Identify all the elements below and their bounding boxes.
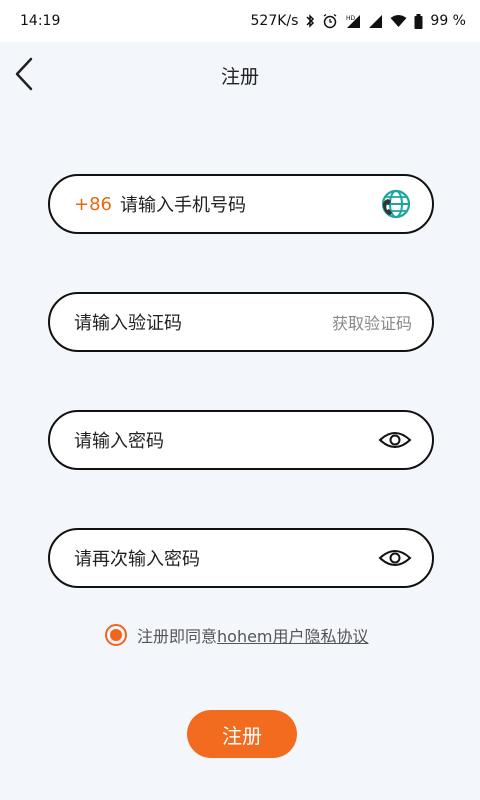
code-placeholder: 请输入验证码 [74,313,182,334]
svg-text:HD: HD [346,15,356,22]
confirm-password-field[interactable]: 请再次输入密码 [48,528,434,588]
agreement-radio[interactable] [105,624,127,646]
battery-icon [414,13,423,29]
globe-phone-icon[interactable] [380,188,412,220]
bluetooth-icon [305,13,315,29]
confirm-password-placeholder: 请再次输入密码 [74,549,200,570]
wifi-icon [390,14,407,28]
hd-signal-icon: HD [345,13,361,29]
status-icons: 527K/s HD 99 % [251,13,467,29]
network-speed: 527K/s [250,13,299,29]
privacy-policy-link[interactable]: hohem用户隐私协议 [217,627,369,646]
alarm-icon [322,13,338,29]
password-placeholder: 请输入密码 [74,431,164,452]
app-bar: 注册 [0,42,480,106]
agreement-text: 注册即同意hohem用户隐私协议 [137,623,369,647]
status-time: 14:19 [20,13,61,29]
agreement-prefix: 注册即同意 [137,627,218,646]
radio-dot [110,629,122,641]
eye-icon[interactable] [378,547,412,569]
battery-level: 99 % [430,13,466,29]
country-code-prefix[interactable]: +86 [74,194,112,215]
page-title: 注册 [220,66,259,88]
get-code-button[interactable]: 获取验证码 [332,310,412,334]
password-field[interactable]: 请输入密码 [48,410,434,470]
register-button[interactable]: 注册 [187,710,297,758]
cell-signal-icon [368,14,383,29]
eye-icon[interactable] [378,429,412,451]
phone-field[interactable]: +86 请输入手机号码 [48,174,434,234]
status-bar: 14:19 527K/s HD 99 % [0,0,480,42]
phone-placeholder: 请输入手机号码 [120,195,246,216]
agreement-row: 注册即同意hohem用户隐私协议 [105,622,369,648]
verification-code-field[interactable]: 请输入验证码 获取验证码 [48,292,434,352]
